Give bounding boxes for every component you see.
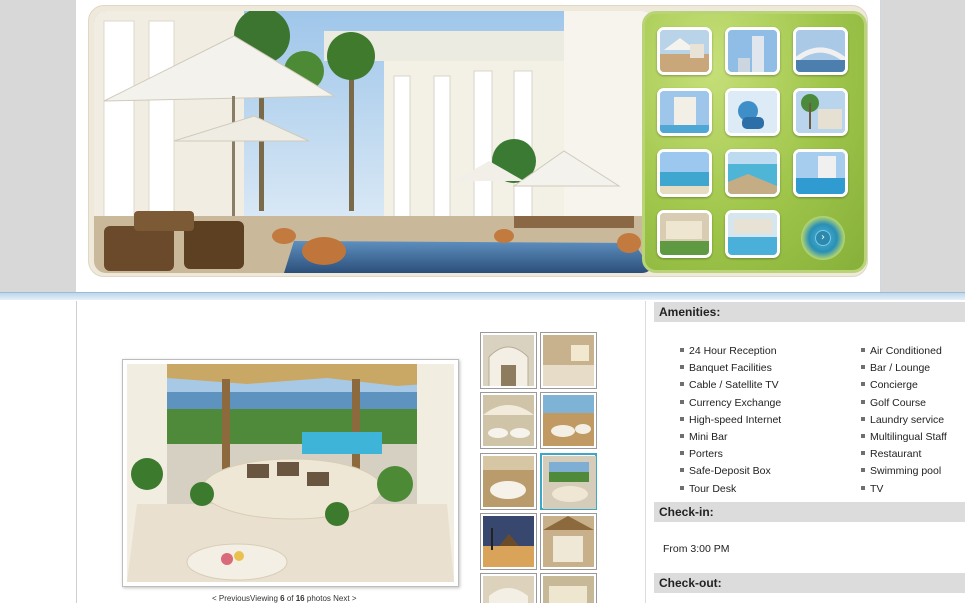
amenity-item: Cable / Satellite TV <box>680 378 781 395</box>
amenities-heading: Amenities: <box>654 302 965 322</box>
amenity-item: Laundry service <box>861 413 947 430</box>
gallery-thumb-4[interactable] <box>540 392 597 449</box>
amenity-item: Concierge <box>861 378 947 395</box>
gallery-thumb-7[interactable] <box>480 513 537 570</box>
amenity-item: Banquet Facilities <box>680 361 781 378</box>
pager-total: 16 <box>295 594 305 603</box>
hero-thumb-7[interactable] <box>657 149 712 197</box>
amenity-item: High-speed Internet <box>680 413 781 430</box>
hero-slideshow: › <box>88 5 868 277</box>
gallery-thumb-5[interactable] <box>480 453 537 510</box>
amenity-item: Multilingual Staff <box>861 430 947 447</box>
amenities-list-right: Air Conditioned Bar / Lounge Concierge G… <box>861 344 947 499</box>
hero-main-photo <box>94 11 654 273</box>
hero-thumb-1[interactable] <box>657 27 712 75</box>
gallery-prev-link[interactable]: < Previous <box>212 594 250 603</box>
gallery-next-link[interactable]: Next > <box>333 594 356 603</box>
amenity-item: Golf Course <box>861 396 947 413</box>
hero-next-button[interactable]: › <box>801 216 845 260</box>
amenity-item: Swimming pool <box>861 464 947 481</box>
hero-thumb-2[interactable] <box>725 27 780 75</box>
amenity-item: Mini Bar <box>680 430 781 447</box>
pager-photos-label: photos <box>306 594 331 603</box>
hero-thumb-11[interactable] <box>725 210 780 258</box>
amenity-item: Porters <box>680 447 781 464</box>
hero-thumb-6[interactable] <box>793 88 848 136</box>
hero-thumb-3[interactable] <box>793 27 848 75</box>
hero-thumb-4[interactable] <box>657 88 712 136</box>
amenity-item: Bar / Lounge <box>861 361 947 378</box>
amenity-item: Currency Exchange <box>680 396 781 413</box>
content-left-border <box>76 301 77 603</box>
amenity-item: Restaurant <box>861 447 947 464</box>
hero-thumbnail-panel: › <box>642 11 867 273</box>
amenity-item: Tour Desk <box>680 482 781 499</box>
checkout-heading: Check-out: <box>654 573 965 593</box>
gallery-thumb-8[interactable] <box>540 513 597 570</box>
pager-viewing-label: Viewing <box>250 594 278 603</box>
content-divider <box>645 301 646 603</box>
gallery-thumb-3[interactable] <box>480 392 537 449</box>
hero-thumb-5[interactable] <box>725 88 780 136</box>
header-separator <box>0 292 965 300</box>
gallery-thumb-2[interactable] <box>540 332 597 389</box>
checkin-time: From 3:00 PM <box>663 543 730 555</box>
checkin-heading: Check-in: <box>654 502 965 522</box>
gallery-thumb-10[interactable] <box>540 573 597 603</box>
amenity-item: TV <box>861 482 947 499</box>
gallery-thumb-9[interactable] <box>480 573 537 603</box>
hero-thumb-8[interactable] <box>725 149 780 197</box>
gallery-pager: < PreviousViewing 6 of 16 photos Next > <box>212 594 356 603</box>
amenity-item: 24 Hour Reception <box>680 344 781 361</box>
amenity-item: Air Conditioned <box>861 344 947 361</box>
gallery-main-photo <box>122 359 459 587</box>
hero-thumb-10[interactable] <box>657 210 712 258</box>
gallery-thumb-1[interactable] <box>480 332 537 389</box>
hero-thumb-9[interactable] <box>793 149 848 197</box>
pager-of-label: of <box>286 594 294 603</box>
amenity-item: Safe-Deposit Box <box>680 464 781 481</box>
chevron-right-icon: › <box>815 230 831 246</box>
pager-current: 6 <box>280 594 285 603</box>
amenities-list-left: 24 Hour Reception Banquet Facilities Cab… <box>680 344 781 499</box>
gallery-thumb-6-selected[interactable] <box>540 453 597 510</box>
